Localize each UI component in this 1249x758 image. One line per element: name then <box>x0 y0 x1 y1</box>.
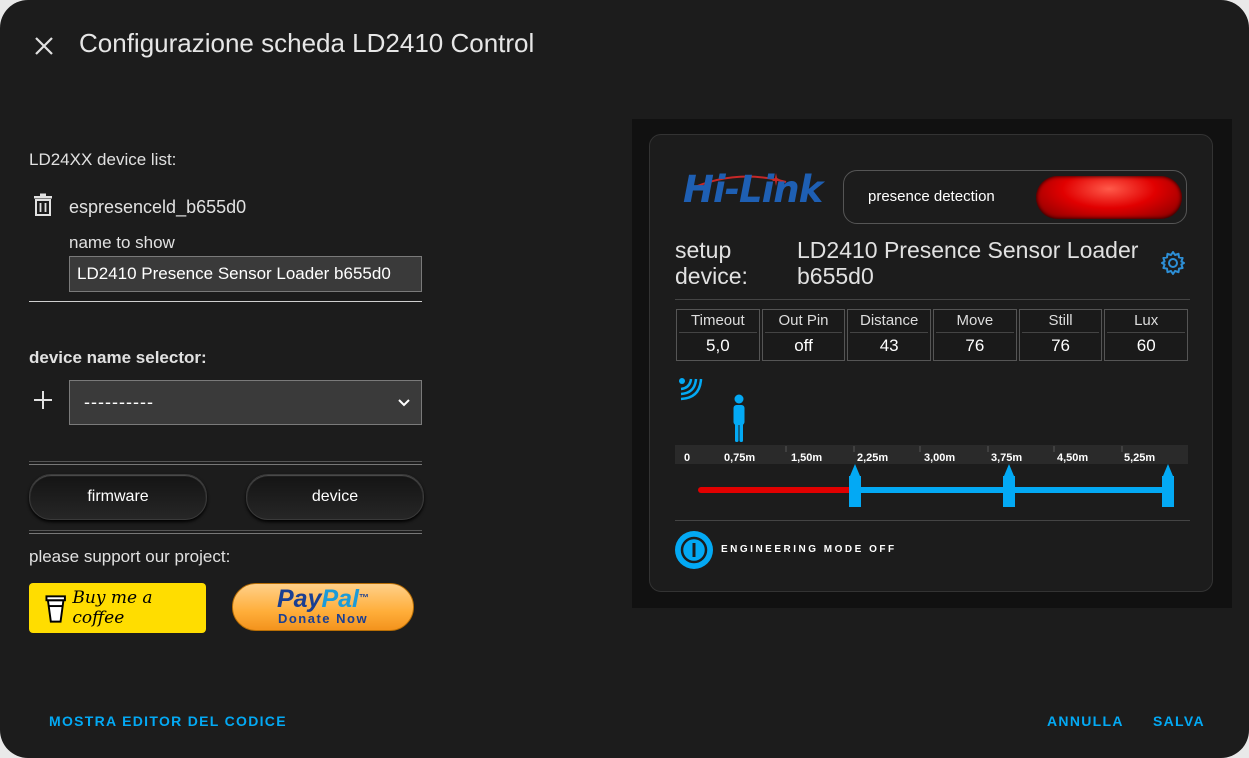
device-entity-name: espresenceld_b655d0 <box>69 197 247 217</box>
person-icon <box>733 394 745 442</box>
gate-handle[interactable] <box>1003 464 1015 507</box>
preview-device-name: LD2410 Presence Sensor Loader b655d0 <box>797 237 1139 289</box>
show-code-editor-button[interactable]: MOSTRA EDITOR DEL CODICE <box>49 713 287 729</box>
trash-icon <box>34 193 52 216</box>
close-icon <box>35 37 53 55</box>
device-list-label: LD24XX device list: <box>29 150 177 169</box>
device-button[interactable]: device <box>246 474 424 520</box>
paypal-donate-label: Donate Now <box>277 611 369 626</box>
paypal-donate-button[interactable]: PayPal™ Donate Now <box>232 583 414 631</box>
preview-divider <box>675 299 1190 300</box>
setup-label: setup device: <box>675 237 748 289</box>
section-divider <box>29 530 422 534</box>
stat-distance: Distance 43 <box>847 309 932 361</box>
presence-label: presence detection <box>868 188 995 205</box>
preview-divider <box>675 520 1190 521</box>
stat-still: Still 76 <box>1018 309 1103 361</box>
gate-slider <box>698 446 1174 507</box>
firmware-button[interactable]: firmware <box>29 474 207 520</box>
settings-button[interactable] <box>1160 250 1186 281</box>
buy-me-a-coffee-button[interactable]: Buy me a coffee <box>29 583 206 633</box>
stat-out-pin: Out Pin off <box>761 309 846 361</box>
radar-signal-icon <box>679 378 703 401</box>
config-dialog: Configurazione scheda LD2410 Control LD2… <box>0 0 1249 758</box>
presence-indicator <box>1036 176 1182 219</box>
add-device-button[interactable] <box>31 388 55 417</box>
chevron-down-icon <box>398 399 410 407</box>
underline-divider <box>29 301 422 302</box>
cancel-button[interactable]: ANNULLA <box>1047 713 1124 729</box>
gate-handle[interactable] <box>849 464 861 507</box>
bmc-label: Buy me a coffee <box>72 588 153 628</box>
dialog-title: Configurazione scheda LD2410 Control <box>79 28 535 58</box>
delete-device-button[interactable] <box>33 193 53 222</box>
plus-icon <box>34 391 52 409</box>
gate-handle[interactable] <box>1162 464 1174 507</box>
stat-lux: Lux 60 <box>1104 309 1189 361</box>
close-button[interactable] <box>28 30 60 62</box>
gear-icon <box>1161 251 1185 275</box>
brand-name: Hi-Link <box>683 168 823 211</box>
paypal-logo: PayPal™ <box>276 585 369 613</box>
device-name-selector-label: device name selector: <box>29 348 207 367</box>
power-icon <box>680 536 708 564</box>
device-name-select[interactable]: ---------- <box>69 380 422 425</box>
support-label: please support our project: <box>29 547 231 566</box>
save-button[interactable]: SALVA <box>1153 713 1205 729</box>
stat-timeout: Timeout 5,0 <box>676 309 760 361</box>
stats-row: Timeout 5,0 Out Pin off Distance 43 Move 76 … <box>676 309 1189 361</box>
stat-move: Move 76 <box>933 309 1017 361</box>
name-to-show-input[interactable] <box>69 256 422 292</box>
select-value: ---------- <box>84 392 154 412</box>
section-divider <box>29 461 422 465</box>
name-to-show-label: name to show <box>69 233 175 252</box>
engineering-mode-label: ENGINEERING MODE OFF <box>721 544 897 555</box>
coffee-cup-icon <box>45 595 66 623</box>
engineering-mode-button[interactable] <box>675 531 713 569</box>
